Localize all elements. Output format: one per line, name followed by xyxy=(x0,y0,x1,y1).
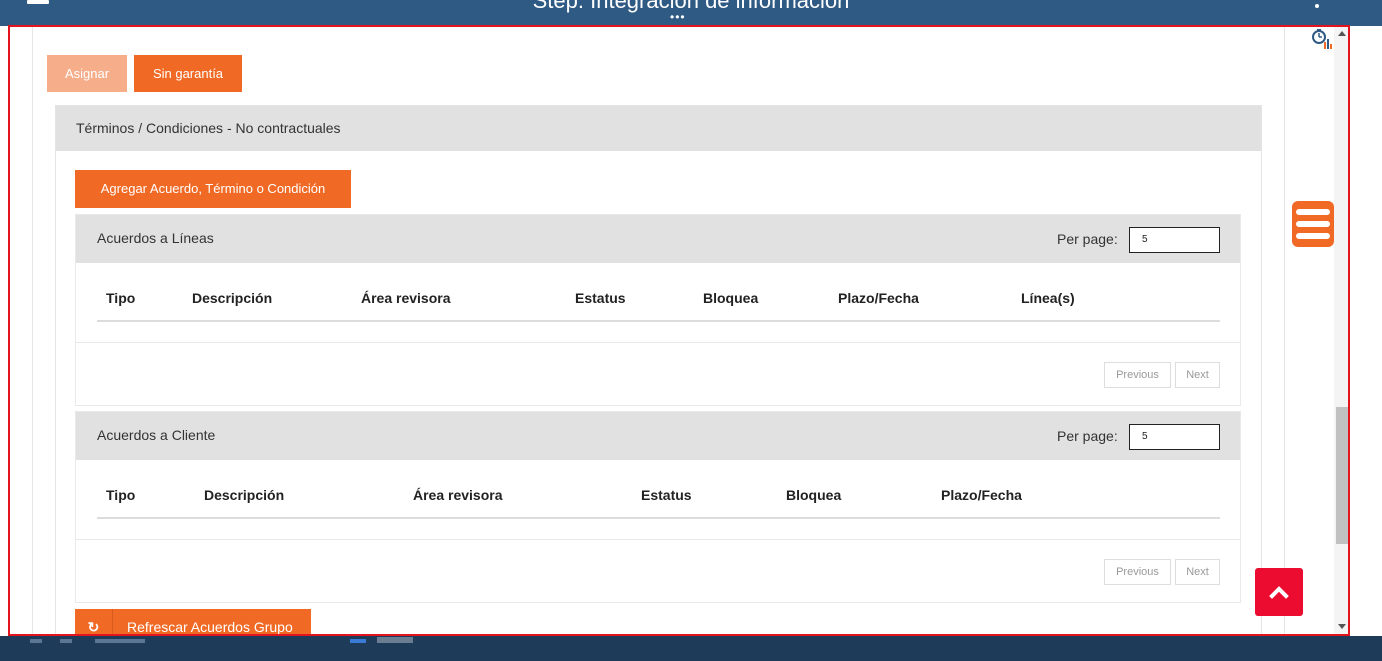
chevron-up-icon xyxy=(1269,586,1289,599)
timer-chart-icon[interactable] xyxy=(1311,28,1333,50)
column-header[interactable]: Plazo/Fecha xyxy=(941,487,1022,503)
header-rule xyxy=(97,320,1220,322)
column-header[interactable]: Tipo xyxy=(106,290,135,306)
title-more-icon: ••• xyxy=(670,10,686,24)
panel-header: Términos / Condiciones - No contractuale… xyxy=(56,106,1261,151)
table-title: Acuerdos a Cliente xyxy=(97,427,216,443)
column-header[interactable]: Tipo xyxy=(106,487,135,503)
column-header[interactable]: Bloquea xyxy=(786,487,841,503)
taskbar-item[interactable] xyxy=(60,639,72,643)
column-header[interactable]: Área revisora xyxy=(361,290,451,306)
divider xyxy=(32,27,33,634)
taskbar-item[interactable] xyxy=(95,639,145,643)
column-header[interactable]: Bloquea xyxy=(703,290,758,306)
column-header[interactable]: Área revisora xyxy=(413,487,503,503)
column-header[interactable]: Estatus xyxy=(575,290,626,306)
scroll-up-arrow-icon[interactable] xyxy=(1338,31,1346,36)
page-title: Step: Integración de información xyxy=(532,0,850,13)
refresh-icon: ↻ xyxy=(75,609,113,634)
previous-page-button[interactable]: Previous xyxy=(1104,362,1171,388)
next-page-button[interactable]: Next xyxy=(1175,559,1220,585)
divider xyxy=(76,539,1240,540)
divider xyxy=(76,342,1240,343)
table-header-bar: Acuerdos a Líneas Per page: 5 xyxy=(76,215,1240,263)
per-page-input[interactable]: 5 xyxy=(1129,227,1220,253)
no-warranty-button[interactable]: Sin garantía xyxy=(134,55,242,92)
previous-page-button[interactable]: Previous xyxy=(1104,559,1171,585)
kebab-icon[interactable] xyxy=(1315,4,1319,8)
column-header[interactable]: Descripción xyxy=(204,487,284,503)
header-rule xyxy=(97,517,1220,519)
scrollbar-thumb[interactable] xyxy=(1336,407,1348,544)
divider xyxy=(1284,27,1285,634)
taskbar-item[interactable] xyxy=(350,639,366,643)
assign-button[interactable]: Asignar xyxy=(47,55,127,92)
add-agreement-button[interactable]: Agregar Acuerdo, Término o Condición xyxy=(75,170,351,208)
content-frame: Asignar Sin garantía Términos / Condicio… xyxy=(8,25,1350,636)
client-agreements-table: Acuerdos a Cliente Per page: 5 Tipo Desc… xyxy=(75,411,1241,603)
column-header[interactable]: Estatus xyxy=(641,487,692,503)
vertical-scrollbar[interactable] xyxy=(1334,27,1348,634)
app-header: Step: Integración de información ••• xyxy=(0,0,1382,26)
taskbar xyxy=(0,636,1382,661)
menu-icon[interactable] xyxy=(1292,201,1334,247)
table-header-bar: Acuerdos a Cliente Per page: 5 xyxy=(76,412,1240,460)
column-header[interactable]: Descripción xyxy=(192,290,272,306)
scroll-to-top-button[interactable] xyxy=(1255,568,1303,616)
refresh-group-agreements-button[interactable]: ↻ Refrescar Acuerdos Grupo xyxy=(75,609,311,635)
per-page-input[interactable]: 5 xyxy=(1129,424,1220,450)
column-header[interactable]: Plazo/Fecha xyxy=(838,290,919,306)
per-page-label: Per page: xyxy=(1057,231,1118,247)
taskbar-item[interactable] xyxy=(377,637,413,643)
scroll-down-arrow-icon[interactable] xyxy=(1338,624,1346,629)
taskbar-item[interactable] xyxy=(30,639,42,643)
next-page-button[interactable]: Next xyxy=(1175,362,1220,388)
terms-panel: Términos / Condiciones - No contractuale… xyxy=(55,105,1262,635)
per-page-label: Per page: xyxy=(1057,428,1118,444)
panel-title: Términos / Condiciones - No contractuale… xyxy=(76,120,341,136)
table-title: Acuerdos a Líneas xyxy=(97,230,214,246)
refresh-label: Refrescar Acuerdos Grupo xyxy=(127,619,293,635)
column-header[interactable]: Línea(s) xyxy=(1021,290,1075,306)
lines-agreements-table: Acuerdos a Líneas Per page: 5 Tipo Descr… xyxy=(75,214,1241,406)
